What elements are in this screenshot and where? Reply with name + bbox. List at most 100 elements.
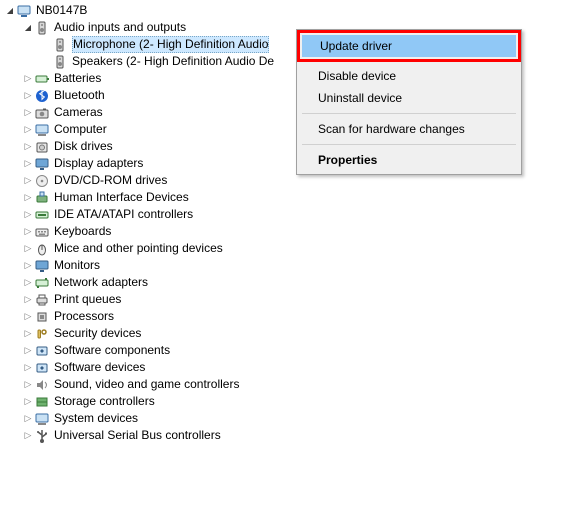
menu-separator [302, 113, 516, 114]
expander-icon[interactable] [22, 410, 34, 427]
expander-icon[interactable] [22, 427, 34, 444]
category-label: Display adapters [54, 155, 143, 172]
speaker-icon [52, 54, 68, 70]
menu-properties[interactable]: Properties [300, 149, 518, 171]
storage-icon [34, 394, 50, 410]
category-label: Batteries [54, 70, 101, 87]
category-label: Keyboards [54, 223, 111, 240]
speaker-icon [34, 20, 50, 36]
category-label: Computer [54, 121, 107, 138]
category-item[interactable]: System devices [22, 410, 562, 427]
bluetooth-icon [34, 88, 50, 104]
ide-icon [34, 207, 50, 223]
category-label: Audio inputs and outputs [54, 19, 186, 36]
camera-icon [34, 105, 50, 121]
expander-icon[interactable] [22, 70, 34, 87]
expander-icon[interactable] [22, 393, 34, 410]
category-item[interactable]: Universal Serial Bus controllers [22, 427, 562, 444]
category-label: Human Interface Devices [54, 189, 189, 206]
expander-icon[interactable] [22, 223, 34, 240]
category-item[interactable]: Storage controllers [22, 393, 562, 410]
category-label: Universal Serial Bus controllers [54, 427, 221, 444]
device-label: Microphone (2- High Definition Audio [72, 36, 269, 53]
root-label: NB0147B [36, 2, 87, 19]
category-item[interactable]: IDE ATA/ATAPI controllers [22, 206, 562, 223]
menu-uninstall-device[interactable]: Uninstall device [300, 87, 518, 109]
callout-highlight: Update driver [297, 30, 521, 62]
category-item[interactable]: Processors [22, 308, 562, 325]
context-menu: Update driver Disable device Uninstall d… [296, 29, 522, 175]
menu-scan-hardware[interactable]: Scan for hardware changes [300, 118, 518, 140]
expander-icon[interactable] [22, 376, 34, 393]
expander-icon[interactable] [22, 19, 34, 36]
printer-icon [34, 292, 50, 308]
category-label: IDE ATA/ATAPI controllers [54, 206, 193, 223]
expander-icon[interactable] [22, 308, 34, 325]
sound-icon [34, 377, 50, 393]
category-item[interactable]: Software components [22, 342, 562, 359]
expander-icon[interactable] [22, 138, 34, 155]
category-item[interactable]: Print queues [22, 291, 562, 308]
disk-icon [34, 139, 50, 155]
expander-icon[interactable] [22, 206, 34, 223]
category-label: Storage controllers [54, 393, 155, 410]
computer-icon [34, 122, 50, 138]
expander-icon[interactable] [22, 274, 34, 291]
category-label: Software devices [54, 359, 145, 376]
menu-disable-device[interactable]: Disable device [300, 65, 518, 87]
expander-icon[interactable] [22, 240, 34, 257]
hid-icon [34, 190, 50, 206]
category-label: Monitors [54, 257, 100, 274]
system-icon [34, 411, 50, 427]
keyboard-icon [34, 224, 50, 240]
monitor-icon [34, 258, 50, 274]
category-label: Mice and other pointing devices [54, 240, 223, 257]
expander-icon[interactable] [22, 121, 34, 138]
menu-update-driver[interactable]: Update driver [302, 35, 516, 57]
display-icon [34, 156, 50, 172]
category-item[interactable]: Network adapters [22, 274, 562, 291]
software-icon [34, 360, 50, 376]
expander-icon[interactable] [22, 291, 34, 308]
category-label: Security devices [54, 325, 141, 342]
expander-icon[interactable] [4, 2, 16, 19]
software-icon [34, 343, 50, 359]
dvd-icon [34, 173, 50, 189]
expander-icon[interactable] [22, 172, 34, 189]
category-label: Disk drives [54, 138, 113, 155]
category-item[interactable]: Mice and other pointing devices [22, 240, 562, 257]
category-item[interactable]: Sound, video and game controllers [22, 376, 562, 393]
usb-icon [34, 428, 50, 444]
category-item[interactable]: Software devices [22, 359, 562, 376]
expander-icon[interactable] [22, 104, 34, 121]
category-label: Processors [54, 308, 114, 325]
category-label: Print queues [54, 291, 121, 308]
category-label: Network adapters [54, 274, 148, 291]
menu-separator [302, 144, 516, 145]
computer-icon [16, 3, 32, 19]
battery-icon [34, 71, 50, 87]
category-label: System devices [54, 410, 138, 427]
category-label: Software components [54, 342, 170, 359]
category-label: Bluetooth [54, 87, 105, 104]
expander-icon[interactable] [22, 342, 34, 359]
expander-icon[interactable] [22, 359, 34, 376]
category-label: Cameras [54, 104, 103, 121]
mouse-icon [34, 241, 50, 257]
expander-icon[interactable] [22, 257, 34, 274]
expander-icon[interactable] [22, 155, 34, 172]
category-item[interactable]: Keyboards [22, 223, 562, 240]
tree-root[interactable]: NB0147B [4, 2, 562, 19]
category-label: Sound, video and game controllers [54, 376, 239, 393]
category-item[interactable]: Human Interface Devices [22, 189, 562, 206]
expander-icon[interactable] [22, 325, 34, 342]
category-item[interactable]: Monitors [22, 257, 562, 274]
category-label: DVD/CD-ROM drives [54, 172, 167, 189]
speaker-icon [52, 37, 68, 53]
expander-icon[interactable] [22, 189, 34, 206]
device-label: Speakers (2- High Definition Audio De [72, 53, 274, 70]
network-icon [34, 275, 50, 291]
expander-icon[interactable] [22, 87, 34, 104]
category-item[interactable]: Security devices [22, 325, 562, 342]
cpu-icon [34, 309, 50, 325]
